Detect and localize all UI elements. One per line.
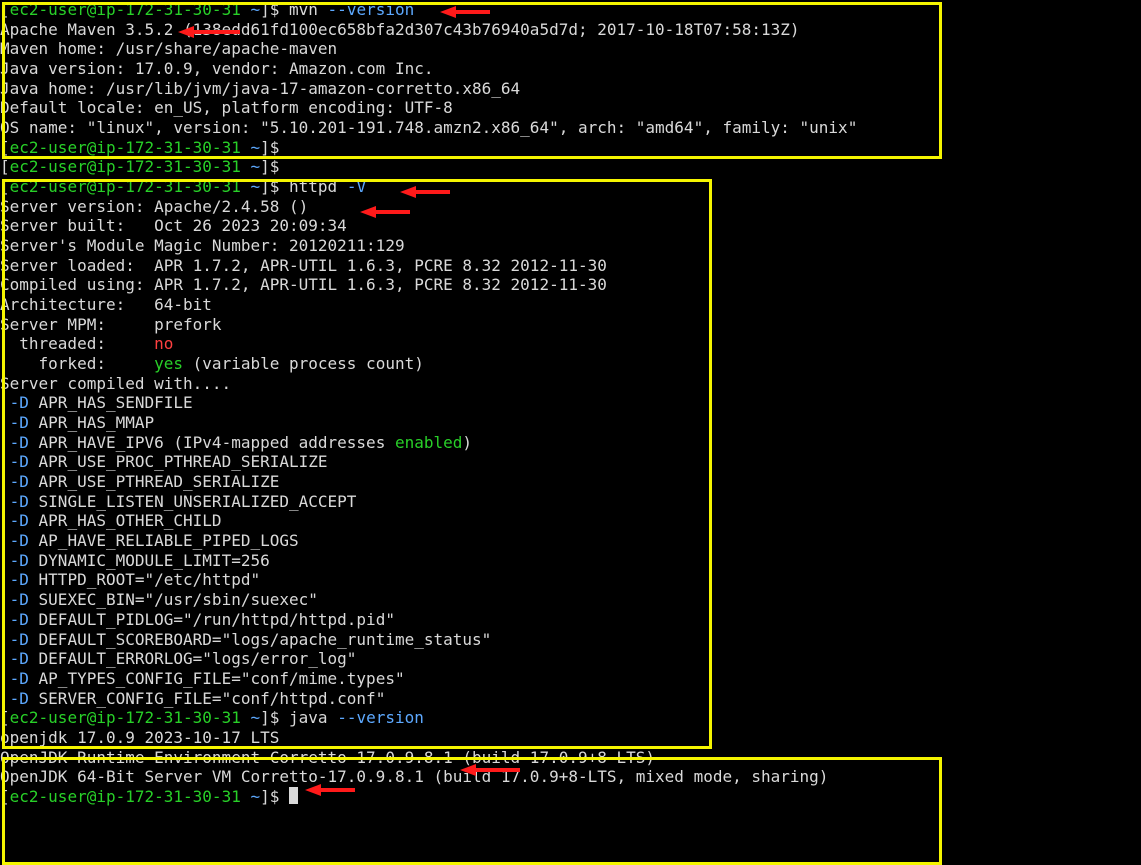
output-line: threaded: no — [0, 334, 173, 353]
prompt: [ec2-user@ip-172-31-30-31 ~]$ — [0, 0, 289, 19]
cmd-httpd: httpd — [289, 177, 347, 196]
compile-flag: -D APR_USE_PTHREAD_SERIALIZE — [0, 472, 279, 491]
output-line: Compiled using: APR 1.7.2, APR-UTIL 1.6.… — [0, 275, 607, 294]
output-line: Java version: 17.0.9, vendor: Amazon.com… — [0, 59, 433, 78]
cmd-option: --version — [328, 0, 415, 19]
compile-flag: -D APR_HAS_SENDFILE — [0, 393, 193, 412]
terminal-output[interactable]: [ec2-user@ip-172-31-30-31 ~]$ mvn --vers… — [0, 0, 1141, 807]
compile-flag: -D HTTPD_ROOT="/etc/httpd" — [0, 570, 260, 589]
output-line: OpenJDK 64-Bit Server VM Corretto-17.0.9… — [0, 767, 828, 786]
output-line: Apache Maven 3.5.2 (138edd61fd100ec658bf… — [0, 20, 800, 39]
compile-flag: -D APR_HAVE_IPV6 (IPv4-mapped addresses … — [0, 433, 472, 452]
output-line: Server's Module Magic Number: 20120211:1… — [0, 236, 405, 255]
compile-flag: -D APR_HAS_OTHER_CHILD — [0, 511, 222, 530]
output-line: Maven home: /usr/share/apache-maven — [0, 39, 337, 58]
output-line: OpenJDK Runtime Environment Corretto-17.… — [0, 748, 655, 767]
output-line: Java home: /usr/lib/jvm/java-17-amazon-c… — [0, 79, 520, 98]
compile-flag: -D APR_USE_PROC_PTHREAD_SERIALIZE — [0, 452, 328, 471]
prompt: [ec2-user@ip-172-31-30-31 ~]$ — [0, 177, 289, 196]
cursor — [289, 787, 298, 804]
cmd-java: java — [289, 708, 337, 727]
compile-flag: -D DEFAULT_ERRORLOG="logs/error_log" — [0, 649, 356, 668]
output-line: openjdk 17.0.9 2023-10-17 LTS — [0, 728, 279, 747]
output-line: Server compiled with.... — [0, 374, 231, 393]
compile-flag: -D SUEXEC_BIN="/usr/sbin/suexec" — [0, 590, 318, 609]
output-line: Server loaded: APR 1.7.2, APR-UTIL 1.6.3… — [0, 256, 607, 275]
prompt: [ec2-user@ip-172-31-30-31 ~]$ — [0, 157, 289, 176]
compile-flag: -D AP_HAVE_RELIABLE_PIPED_LOGS — [0, 531, 299, 550]
output-line: Architecture: 64-bit — [0, 295, 212, 314]
prompt: [ec2-user@ip-172-31-30-31 ~]$ — [0, 787, 289, 806]
cmd-option: -V — [347, 177, 366, 196]
prompt: [ec2-user@ip-172-31-30-31 ~]$ — [0, 708, 289, 727]
compile-flag: -D SERVER_CONFIG_FILE="conf/httpd.conf" — [0, 689, 385, 708]
prompt: [ec2-user@ip-172-31-30-31 ~]$ — [0, 138, 289, 157]
output-line: Server version: Apache/2.4.58 () — [0, 197, 308, 216]
output-line: Server MPM: prefork — [0, 315, 222, 334]
compile-flag: -D APR_HAS_MMAP — [0, 413, 154, 432]
compile-flag: -D SINGLE_LISTEN_UNSERIALIZED_ACCEPT — [0, 492, 356, 511]
output-line: OS name: "linux", version: "5.10.201-191… — [0, 118, 857, 137]
compile-flag: -D DEFAULT_SCOREBOARD="logs/apache_runti… — [0, 630, 491, 649]
cmd-option: --version — [337, 708, 424, 727]
compile-flag: -D DEFAULT_PIDLOG="/run/httpd/httpd.pid" — [0, 610, 395, 629]
output-line: forked: yes (variable process count) — [0, 354, 424, 373]
cmd-mvn: mvn — [289, 0, 328, 19]
compile-flag: -D AP_TYPES_CONFIG_FILE="conf/mime.types… — [0, 669, 405, 688]
output-line: Default locale: en_US, platform encoding… — [0, 98, 453, 117]
compile-flag: -D DYNAMIC_MODULE_LIMIT=256 — [0, 551, 270, 570]
output-line: Server built: Oct 26 2023 20:09:34 — [0, 216, 347, 235]
